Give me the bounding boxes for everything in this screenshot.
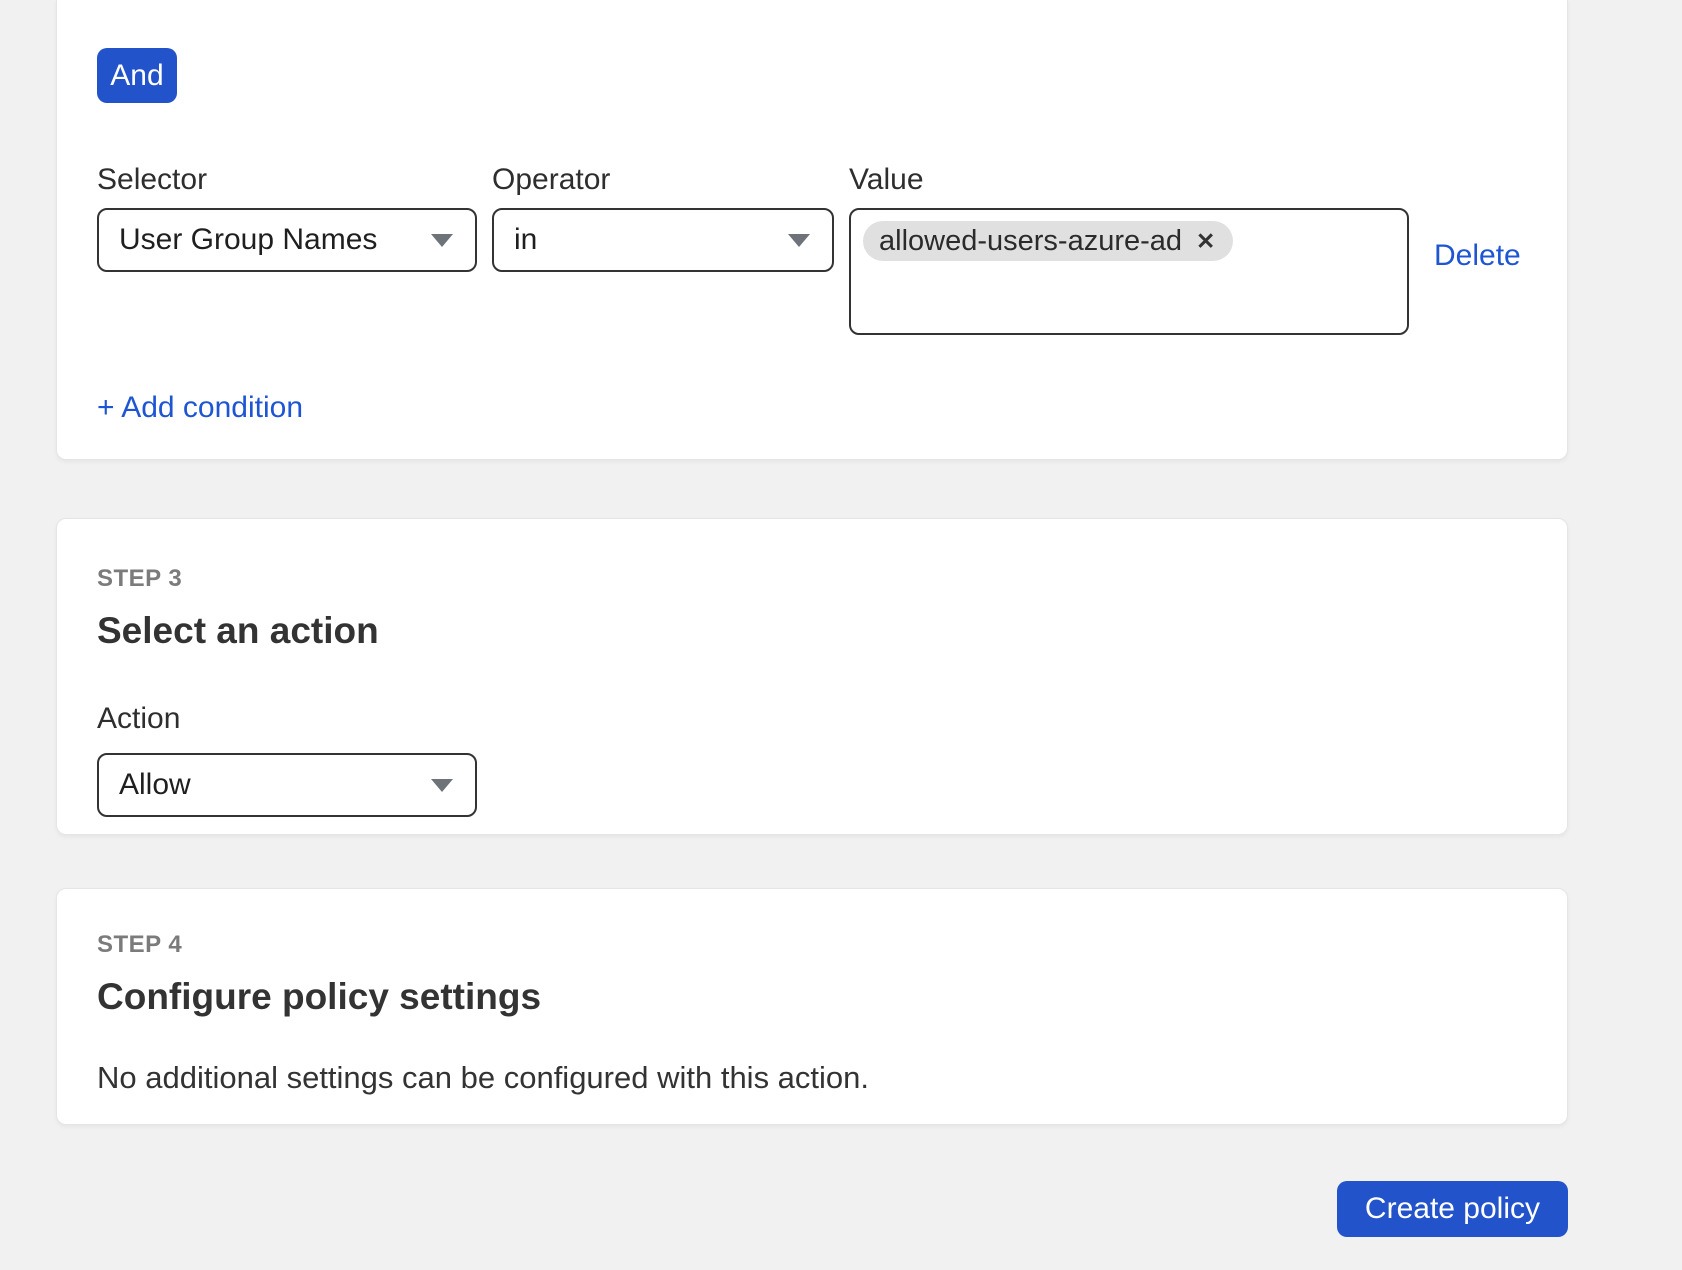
action-label: Action — [97, 701, 1527, 737]
action-select[interactable]: Allow — [97, 753, 477, 817]
action-select-value: Allow — [119, 768, 191, 802]
add-condition-link[interactable]: + Add condition — [97, 390, 303, 426]
selector-select[interactable]: User Group Names — [97, 208, 477, 272]
delete-condition-link[interactable]: Delete — [1434, 239, 1521, 272]
step4-card: STEP 4 Configure policy settings No addi… — [56, 888, 1568, 1125]
chevron-down-icon — [431, 779, 453, 792]
chevron-down-icon — [431, 234, 453, 247]
value-column: Value allowed-users-azure-ad ✕ — [849, 162, 1409, 335]
selector-column: Selector User Group Names — [97, 162, 477, 272]
conditions-card: And Selector User Group Names Operator i… — [56, 0, 1568, 460]
step3-label: STEP 3 — [97, 565, 1527, 593]
footer-actions: Create policy — [56, 1181, 1568, 1237]
and-rule-button[interactable]: And — [97, 48, 177, 103]
chevron-down-icon — [788, 234, 810, 247]
remove-tag-icon[interactable]: ✕ — [1196, 230, 1215, 253]
step4-label: STEP 4 — [97, 931, 1527, 959]
condition-row: Selector User Group Names Operator in Va… — [97, 162, 1527, 335]
step3-title: Select an action — [97, 609, 1527, 653]
step4-title: Configure policy settings — [97, 975, 1527, 1019]
operator-label: Operator — [492, 162, 834, 198]
operator-select-value: in — [514, 223, 537, 257]
step3-card: STEP 3 Select an action Action Allow — [56, 518, 1568, 835]
value-tag: allowed-users-azure-ad ✕ — [863, 221, 1233, 261]
operator-column: Operator in — [492, 162, 834, 272]
selector-label: Selector — [97, 162, 477, 198]
operator-select[interactable]: in — [492, 208, 834, 272]
delete-column: Delete — [1424, 162, 1527, 274]
create-policy-button[interactable]: Create policy — [1337, 1181, 1568, 1237]
value-input[interactable]: allowed-users-azure-ad ✕ — [849, 208, 1409, 335]
value-label: Value — [849, 162, 1409, 198]
step4-description: No additional settings can be configured… — [97, 1059, 1527, 1097]
value-tag-label: allowed-users-azure-ad — [879, 225, 1182, 258]
policy-builder-page: And Selector User Group Names Operator i… — [0, 0, 1682, 1237]
selector-select-value: User Group Names — [119, 223, 377, 257]
